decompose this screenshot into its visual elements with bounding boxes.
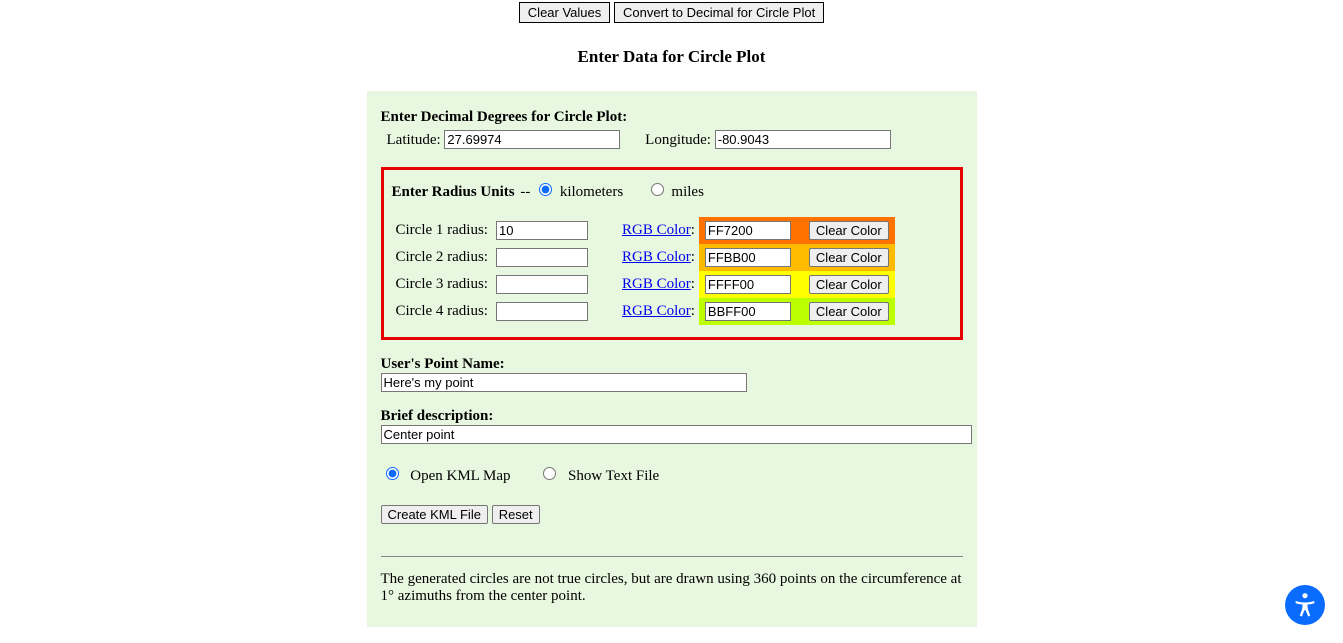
circle-1-radius-input[interactable] [496, 221, 588, 240]
latitude-label: Latitude: [387, 132, 441, 148]
rgb-color-link[interactable]: RGB Color [622, 222, 691, 238]
show-text-label: Show Text File [568, 468, 659, 484]
accessibility-icon[interactable] [1285, 585, 1325, 625]
table-row: Circle 1 radius: RGB Color: Clear Color [392, 217, 895, 244]
point-name-label: User's Point Name: [381, 356, 963, 373]
kilometers-label: kilometers [560, 184, 623, 200]
clear-values-button[interactable]: Clear Values [519, 2, 610, 23]
circle-radius-label: Circle 3 radius: [392, 271, 492, 298]
color-swatch-3: Clear Color [699, 271, 895, 298]
circle-4-color-input[interactable] [705, 302, 791, 321]
circle-3-color-input[interactable] [705, 275, 791, 294]
open-kml-label: Open KML Map [410, 468, 510, 484]
circle-1-color-input[interactable] [705, 221, 791, 240]
circle-radius-label: Circle 4 radius: [392, 298, 492, 325]
color-swatch-2: Clear Color [699, 244, 895, 271]
show-text-radio[interactable] [543, 467, 556, 480]
radius-section: Enter Radius Units -- kilometers miles C… [381, 167, 963, 340]
circle-2-radius-input[interactable] [496, 248, 588, 267]
page-heading: Enter Data for Circle Plot [0, 47, 1343, 67]
radius-units-label: Enter Radius Units [392, 184, 515, 200]
kilometers-radio[interactable] [539, 183, 552, 196]
rgb-color-link[interactable]: RGB Color [622, 303, 691, 319]
table-row: Circle 4 radius: RGB Color: Clear Color [392, 298, 895, 325]
miles-radio[interactable] [651, 183, 664, 196]
circle-radius-label: Circle 1 radius: [392, 217, 492, 244]
color-swatch-1: Clear Color [699, 217, 895, 244]
miles-label: miles [671, 184, 704, 200]
description-input[interactable] [381, 425, 972, 444]
latitude-input[interactable] [444, 130, 620, 149]
circle-radius-label: Circle 2 radius: [392, 244, 492, 271]
clear-color-1-button[interactable]: Clear Color [809, 221, 889, 240]
rgb-color-link[interactable]: RGB Color [622, 249, 691, 265]
longitude-input[interactable] [715, 130, 891, 149]
divider [381, 556, 963, 557]
reset-button[interactable]: Reset [492, 505, 540, 524]
open-kml-radio[interactable] [386, 467, 399, 480]
units-dash: -- [517, 184, 535, 200]
point-name-input[interactable] [381, 373, 747, 392]
circle-4-radius-input[interactable] [496, 302, 588, 321]
coords-section-label: Enter Decimal Degrees for Circle Plot: [381, 109, 963, 126]
rgb-color-link[interactable]: RGB Color [622, 276, 691, 292]
clear-color-2-button[interactable]: Clear Color [809, 248, 889, 267]
generated-circles-note: The generated circles are not true circl… [381, 571, 963, 605]
longitude-label: Longitude: [645, 132, 711, 148]
clear-color-4-button[interactable]: Clear Color [809, 302, 889, 321]
circle-3-radius-input[interactable] [496, 275, 588, 294]
description-label: Brief description: [381, 408, 963, 425]
circles-table: Circle 1 radius: RGB Color: Clear Color … [392, 217, 895, 325]
circle-plot-form: Enter Decimal Degrees for Circle Plot: L… [367, 91, 977, 627]
table-row: Circle 3 radius: RGB Color: Clear Color [392, 271, 895, 298]
table-row: Circle 2 radius: RGB Color: Clear Color [392, 244, 895, 271]
convert-decimal-button[interactable]: Convert to Decimal for Circle Plot [614, 2, 824, 23]
circle-2-color-input[interactable] [705, 248, 791, 267]
clear-color-3-button[interactable]: Clear Color [809, 275, 889, 294]
color-swatch-4: Clear Color [699, 298, 895, 325]
create-kml-button[interactable]: Create KML File [381, 505, 488, 524]
